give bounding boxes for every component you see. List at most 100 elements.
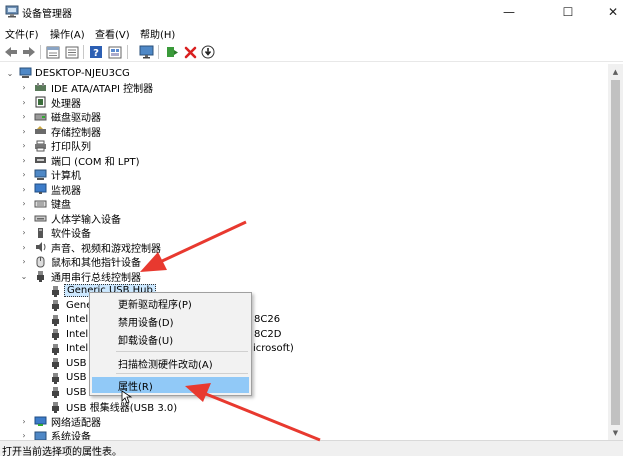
- keyboard-icon: [34, 200, 47, 208]
- tree-category[interactable]: › IDE ATA/ATAPI 控制器: [0, 81, 300, 95]
- expand-icon[interactable]: ›: [20, 257, 28, 267]
- usb-icon: [52, 314, 59, 326]
- menu-item-disable-device[interactable]: 禁用设备(D): [92, 313, 249, 329]
- menu-item-label: 禁用设备(D): [118, 317, 174, 329]
- usb-icon: [52, 372, 59, 384]
- update-driver-icon[interactable]: [164, 44, 180, 60]
- tree-root-label: DESKTOP-NJEU3CG: [35, 67, 130, 79]
- menu-item-label: 扫描检测硬件改动(A): [118, 359, 213, 371]
- menu-item-scan-hardware[interactable]: 扫描检测硬件改动(A): [92, 355, 249, 371]
- expand-icon[interactable]: ›: [20, 83, 28, 93]
- usb-device-label-suffix: icrosoft): [253, 343, 294, 355]
- tree-category[interactable]: › 鼠标和其他指针设备: [0, 255, 300, 269]
- expand-icon[interactable]: ›: [20, 126, 28, 136]
- tree-category[interactable]: › 存储控制器: [0, 124, 300, 139]
- usb-icon: [52, 300, 59, 312]
- category-label: 网络适配器: [51, 417, 101, 429]
- download-icon[interactable]: [200, 44, 216, 60]
- tree-category[interactable]: › 人体学输入设备: [0, 211, 300, 226]
- tree-category[interactable]: › 键盘: [0, 197, 300, 211]
- port-icon: [35, 157, 46, 164]
- device-manager-icon: [5, 5, 19, 18]
- expand-icon[interactable]: ›: [20, 155, 28, 165]
- expand-icon[interactable]: ›: [20, 242, 28, 252]
- toolbar-separator: [158, 45, 159, 59]
- list-icon[interactable]: [64, 44, 80, 60]
- menu-help[interactable]: 帮助(H): [140, 26, 175, 41]
- usb-device-label: USB 根集线器(USB 3.0): [66, 403, 178, 415]
- tree-category[interactable]: › 软件设备: [0, 226, 300, 241]
- usb-icon: [52, 387, 59, 399]
- category-label: 声音、视频和游戏控制器: [51, 243, 161, 255]
- expand-icon[interactable]: ›: [20, 416, 28, 426]
- collapse-icon[interactable]: ⌄: [6, 68, 14, 78]
- computer-icon: [34, 169, 47, 180]
- category-label: 端口 (COM 和 LPT): [51, 156, 140, 168]
- scroll-up-icon[interactable]: ▲: [608, 65, 623, 79]
- forward-icon[interactable]: [21, 44, 37, 60]
- view-icon[interactable]: [107, 44, 123, 60]
- tree-category[interactable]: › 监视器: [0, 182, 300, 197]
- minimize-button[interactable]: —: [486, 0, 532, 24]
- close-button[interactable]: ✕: [590, 0, 623, 24]
- status-bar: 打开当前选择项的属性表。: [0, 440, 623, 456]
- tree-category[interactable]: › 磁盘驱动器: [0, 110, 300, 125]
- menu-item-properties[interactable]: 属性(R): [92, 377, 249, 393]
- expand-icon[interactable]: ›: [20, 170, 28, 180]
- tree-category[interactable]: › 声音、视频和游戏控制器: [0, 240, 300, 255]
- expand-icon[interactable]: ›: [20, 431, 28, 440]
- uninstall-icon[interactable]: [182, 44, 198, 60]
- expand-icon[interactable]: ›: [20, 97, 28, 107]
- expand-icon[interactable]: ›: [20, 112, 28, 122]
- window-title: 设备管理器: [22, 9, 72, 20]
- category-label: 计算机: [51, 171, 81, 183]
- menu-view[interactable]: 查看(V): [95, 26, 130, 41]
- ide-controller-icon: [35, 82, 46, 91]
- menu-item-uninstall-device[interactable]: 卸载设备(U): [92, 331, 249, 347]
- menu-item-update-driver[interactable]: 更新驱动程序(P): [92, 295, 249, 311]
- category-label: 打印队列: [51, 142, 91, 154]
- menu-item-label: 属性(R): [118, 381, 153, 393]
- menu-file[interactable]: 文件(F): [5, 26, 39, 41]
- tree-category[interactable]: › 端口 (COM 和 LPT): [0, 153, 300, 168]
- tree-category[interactable]: › 打印队列: [0, 139, 300, 154]
- usb-icon: [52, 343, 59, 355]
- collapse-icon[interactable]: ⌄: [20, 271, 28, 281]
- monitor-icon: [34, 183, 47, 195]
- mouse-icon: [36, 256, 45, 268]
- category-label: 软件设备: [51, 229, 91, 241]
- expand-icon[interactable]: ›: [20, 141, 28, 151]
- properties-icon[interactable]: [45, 44, 61, 60]
- scrollbar-thumb[interactable]: [611, 80, 620, 425]
- title-bar: 设备管理器 — ☐ ✕: [0, 0, 623, 24]
- expand-icon[interactable]: ›: [20, 213, 28, 223]
- storage-controller-icon: [35, 126, 46, 135]
- toolbar-separator: [83, 45, 84, 59]
- category-label: 通用串行总线控制器: [51, 272, 141, 284]
- expand-icon[interactable]: ›: [20, 228, 28, 238]
- usb-device-row[interactable]: USB 根集线器(USB 3.0): [0, 400, 300, 415]
- menu-separator: [116, 351, 248, 352]
- expand-icon[interactable]: ›: [20, 199, 28, 209]
- context-menu: 更新驱动程序(P) 禁用设备(D) 卸载设备(U) 扫描检测硬件改动(A) 属性…: [89, 292, 252, 396]
- usb-icon: [52, 358, 59, 370]
- category-label: 处理器: [51, 98, 81, 110]
- expand-icon[interactable]: ›: [20, 184, 28, 194]
- tree-category[interactable]: › 网络适配器: [0, 414, 300, 429]
- tree-category-usb[interactable]: ⌄ 通用串行总线控制器: [0, 269, 300, 284]
- tree-category[interactable]: › 计算机: [0, 168, 300, 183]
- tree-category[interactable]: › 系统设备: [0, 429, 300, 440]
- tree-category[interactable]: › 处理器: [0, 95, 300, 110]
- vertical-scrollbar[interactable]: ▲ ▼: [608, 64, 623, 440]
- menu-item-label: 更新驱动程序(P): [118, 299, 192, 311]
- usb-device-label-suffix: 8C26: [254, 314, 281, 326]
- scroll-down-icon[interactable]: ▼: [608, 426, 623, 440]
- category-label: 磁盘驱动器: [51, 113, 101, 125]
- back-icon[interactable]: [3, 44, 19, 60]
- help-icon[interactable]: ?: [88, 44, 104, 60]
- menu-action[interactable]: 操作(A): [50, 26, 85, 41]
- maximize-button[interactable]: ☐: [545, 0, 591, 24]
- tree-root[interactable]: ⌄ DESKTOP-NJEU3CG: [0, 66, 300, 81]
- disk-drive-icon: [34, 113, 47, 121]
- monitor-icon[interactable]: [138, 44, 154, 60]
